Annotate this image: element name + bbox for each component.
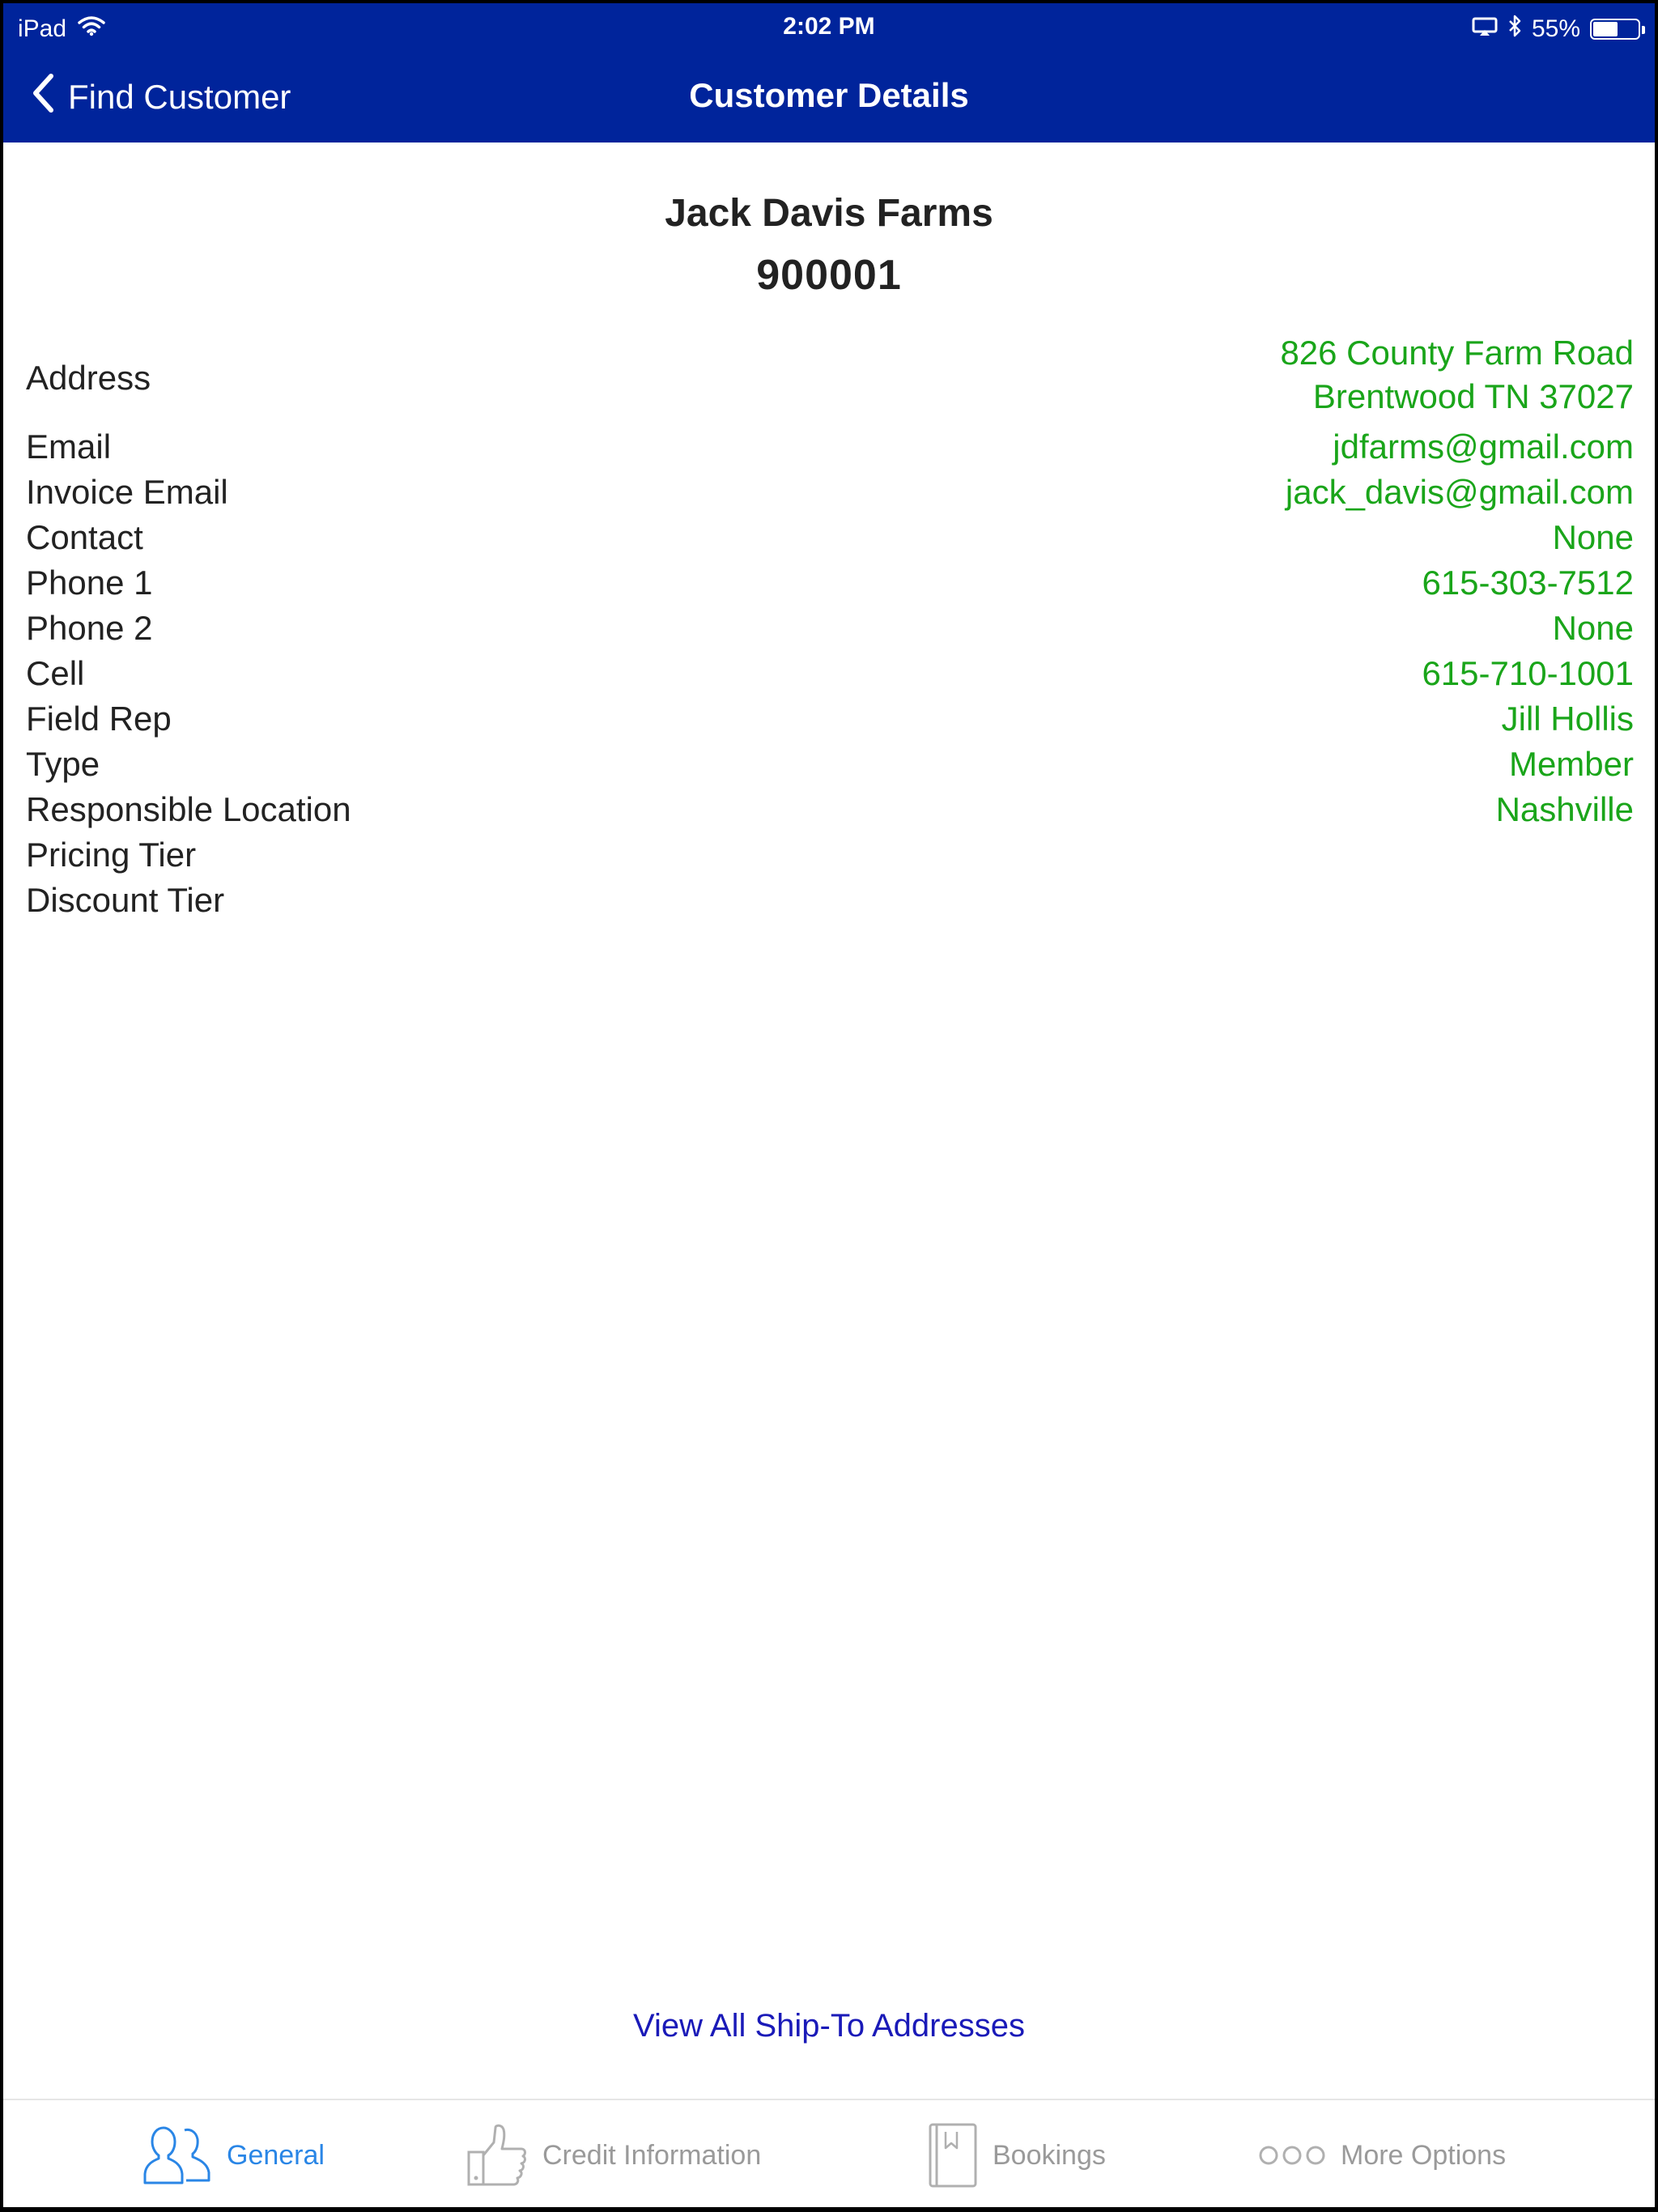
battery-icon	[1590, 19, 1645, 40]
contact-value: None	[1552, 518, 1634, 556]
customer-number: 900001	[756, 252, 902, 299]
detail-row: Contact None	[3, 513, 1655, 558]
book-icon	[928, 2122, 978, 2189]
tab-bookings[interactable]: Bookings	[928, 2123, 1106, 2188]
address-value[interactable]: 826 County Farm Road Brentwood TN 37027	[1280, 331, 1634, 419]
tab-label: General	[227, 2139, 325, 2171]
detail-label: Type	[26, 745, 100, 783]
status-time: 2:02 PM	[783, 13, 875, 40]
field-rep-value: Jill Hollis	[1501, 700, 1634, 738]
detail-label: Discount Tier	[26, 881, 225, 919]
customer-details: Address 826 County Farm Road Brentwood T…	[3, 331, 1655, 921]
detail-row: Email jdfarms@gmail.com	[3, 422, 1655, 467]
detail-label: Invoice Email	[26, 473, 228, 511]
detail-label: Cell	[26, 654, 85, 692]
more-dots-icon	[1258, 2145, 1326, 2166]
type-value: Member	[1508, 745, 1634, 783]
detail-label: Responsible Location	[26, 790, 351, 828]
address-line-2: Brentwood TN 37027	[1312, 377, 1634, 415]
tab-label: Credit Information	[542, 2139, 762, 2171]
tab-bar: General Credit Information Bookings More…	[3, 2099, 1655, 2207]
tab-more-options[interactable]: More Options	[1258, 2123, 1506, 2188]
detail-row-address: Address 826 County Farm Road Brentwood T…	[3, 331, 1655, 422]
detail-row: Responsible Location Nashville	[3, 785, 1655, 830]
battery-percent: 55%	[1531, 15, 1580, 42]
view-ship-to-addresses-link[interactable]: View All Ship-To Addresses	[3, 2008, 1655, 2044]
invoice-email-value[interactable]: jack_davis@gmail.com	[1286, 473, 1634, 512]
detail-label: Phone 1	[26, 564, 153, 602]
detail-row: Phone 2 None	[3, 603, 1655, 649]
navigation-bar: Find Customer Customer Details	[3, 52, 1655, 143]
status-right: 55%	[1472, 13, 1645, 45]
cell-value[interactable]: 615-710-1001	[1422, 654, 1634, 693]
detail-row: Phone 1 615-303-7512	[3, 558, 1655, 603]
address-line-1: 826 County Farm Road	[1280, 334, 1634, 372]
responsible-location-value: Nashville	[1495, 790, 1634, 828]
status-bar: iPad 2:02 PM 55%	[3, 3, 1655, 52]
tab-label: More Options	[1341, 2139, 1507, 2171]
detail-row: Discount Tier	[3, 875, 1655, 921]
detail-label: Email	[26, 428, 112, 466]
people-icon	[142, 2125, 212, 2185]
tab-label: Bookings	[993, 2139, 1106, 2171]
detail-row: Type Member	[3, 739, 1655, 785]
detail-label: Contact	[26, 518, 143, 556]
screen: iPad 2:02 PM 55% Find Customer Customer …	[3, 3, 1655, 2207]
phone-2-value: None	[1552, 609, 1634, 647]
detail-row: Cell 615-710-1001	[3, 649, 1655, 694]
detail-label: Pricing Tier	[26, 836, 197, 874]
bluetooth-icon	[1507, 15, 1522, 44]
device-frame: iPad 2:02 PM 55% Find Customer Customer …	[0, 0, 1658, 2212]
tab-credit-information[interactable]: Credit Information	[466, 2123, 761, 2188]
email-value[interactable]: jdfarms@gmail.com	[1333, 428, 1634, 466]
tab-general[interactable]: General	[142, 2123, 325, 2188]
detail-row: Invoice Email jack_davis@gmail.com	[3, 467, 1655, 513]
detail-row: Field Rep Jill Hollis	[3, 694, 1655, 739]
detail-label: Address	[26, 359, 151, 397]
detail-label: Phone 2	[26, 609, 153, 647]
thumbs-up-icon	[466, 2123, 528, 2188]
detail-label: Field Rep	[26, 700, 172, 738]
customer-name: Jack Davis Farms	[665, 192, 993, 235]
battery-level-fill	[1593, 22, 1618, 36]
screen-mirroring-icon	[1472, 15, 1498, 43]
detail-row: Pricing Tier	[3, 830, 1655, 875]
battery-nub	[1642, 26, 1645, 34]
top-bar: iPad 2:02 PM 55% Find Customer Customer …	[3, 3, 1655, 143]
phone-1-value[interactable]: 615-303-7512	[1422, 564, 1634, 602]
page-title: Customer Details	[689, 76, 969, 114]
